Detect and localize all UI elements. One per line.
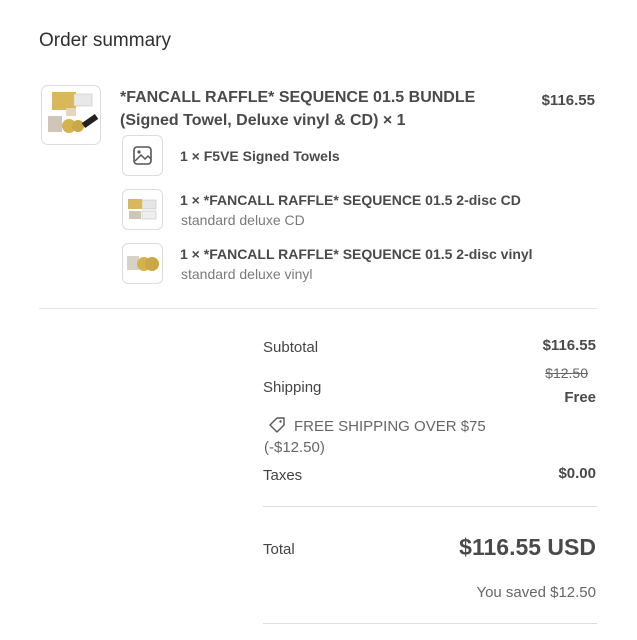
bundle-product-price: $116.55: [541, 92, 595, 109]
items-divider: [39, 308, 597, 309]
towel-thumbnail: [122, 135, 163, 176]
discount-code: FREE SHIPPING OVER $75: [294, 418, 486, 435]
bundle-product-thumbnail: [41, 85, 101, 145]
bottom-divider: [263, 623, 597, 624]
bundle-product-image: [48, 92, 99, 133]
taxes-value: $0.00: [558, 465, 596, 482]
image-placeholder-icon: [133, 146, 152, 165]
sub-item-line: 1 × *FANCALL RAFFLE* SEQUENCE 01.5 2-dis…: [180, 192, 521, 208]
totals-divider: [263, 506, 597, 507]
shipping-discount: FREE SHIPPING OVER $75 (-$12.50): [264, 416, 524, 458]
shipping-value: Free: [564, 389, 596, 406]
taxes-label: Taxes: [263, 467, 303, 484]
subtotal-label: Subtotal: [263, 339, 319, 356]
tag-icon: [269, 417, 285, 433]
discount-amount: (-$12.50): [264, 439, 325, 456]
vinyl-thumbnail: [122, 243, 163, 284]
total-amount: $116.55 USD: [459, 534, 596, 560]
sub-item-line: 1 × F5VE Signed Towels: [180, 148, 340, 164]
shipping-original-price: $12.50: [545, 365, 588, 381]
cd-product-image: [128, 199, 157, 220]
sub-item-line: 1 × *FANCALL RAFFLE* SEQUENCE 01.5 2-dis…: [180, 246, 533, 262]
subtotal-value: $116.55: [542, 337, 596, 354]
sub-item-variant: standard deluxe vinyl: [181, 266, 313, 282]
savings-text: You saved $12.50: [476, 584, 596, 601]
sub-item-variant: standard deluxe CD: [181, 212, 305, 228]
bundle-product-name: *FANCALL RAFFLE* SEQUENCE 01.5 BUNDLE (S…: [120, 89, 476, 129]
shipping-label: Shipping: [263, 379, 322, 396]
cd-thumbnail: [122, 189, 163, 230]
vinyl-product-image: [127, 256, 159, 271]
order-summary-title: Order summary: [39, 30, 171, 51]
total-label: Total: [263, 541, 295, 558]
